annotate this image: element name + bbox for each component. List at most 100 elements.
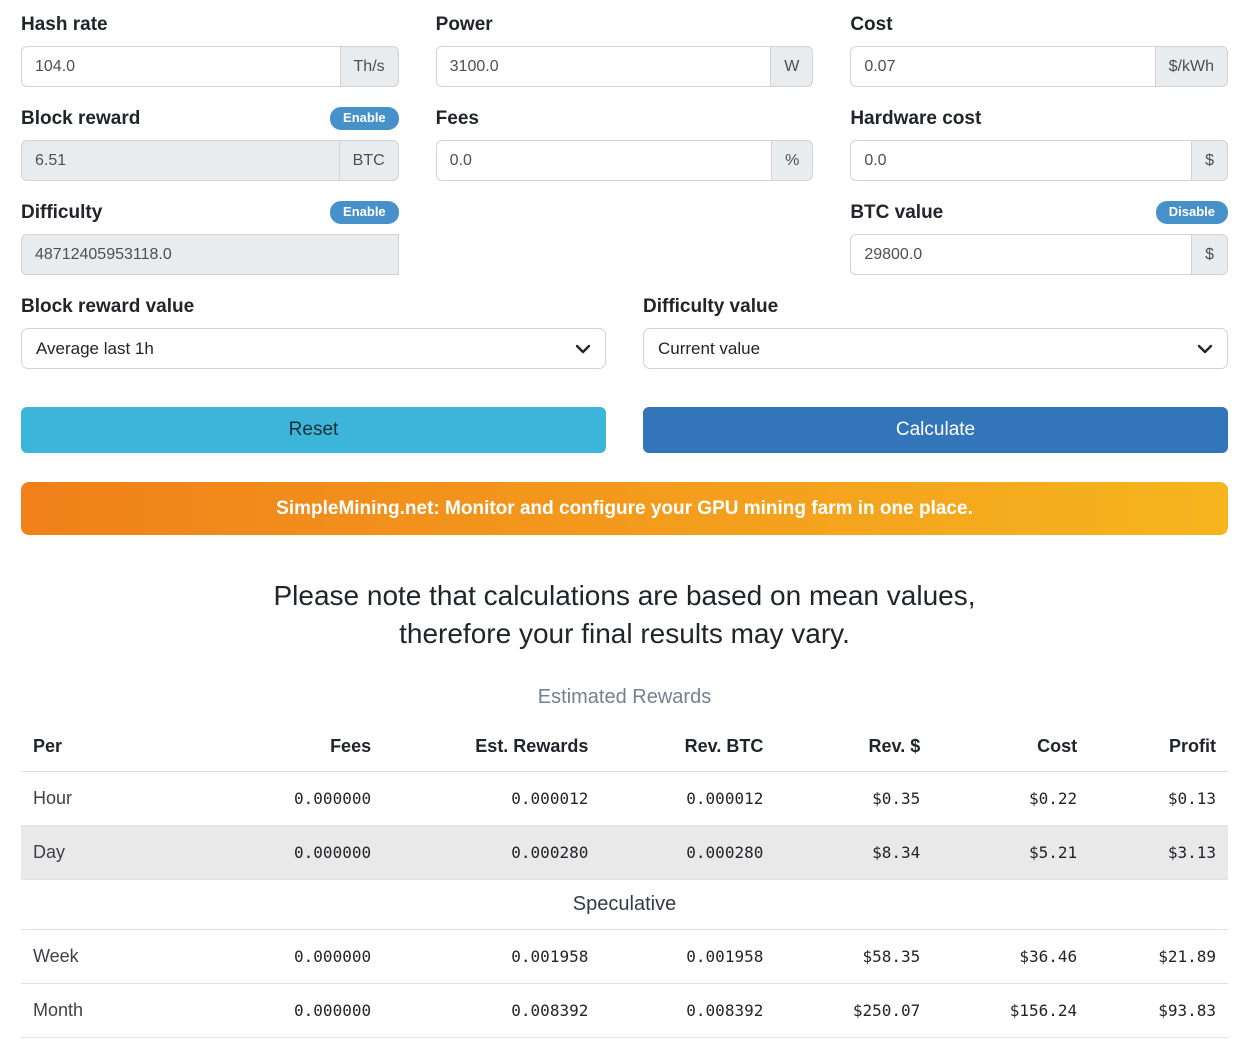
power-input[interactable] [435, 46, 772, 87]
field-power: Power W [435, 12, 814, 87]
table-row-month: Month 0.000000 0.008392 0.008392 $250.07… [21, 983, 1228, 1038]
disclaimer-note: Please note that calculations are based … [21, 577, 1228, 653]
button-row: Reset Calculate [21, 407, 1228, 453]
field-hardware-cost: Hardware cost $ [850, 106, 1228, 181]
per-cell: Week [21, 929, 251, 984]
difficulty-value-label: Difficulty value [643, 295, 779, 317]
block-reward-unit: BTC [339, 140, 399, 181]
value-cell: 0.001958 [600, 929, 776, 984]
value-cell: $0.22 [932, 771, 1090, 826]
hash-rate-input[interactable] [21, 46, 341, 87]
disclaimer-line-1: Please note that calculations are based … [273, 580, 976, 611]
hardware-cost-input[interactable] [850, 140, 1193, 181]
difficulty-value-select[interactable]: Current value [643, 328, 1228, 369]
table-row-day: Day 0.000000 0.000280 0.000280 $8.34 $5.… [21, 825, 1228, 880]
btc-value-input[interactable] [850, 234, 1193, 275]
block-reward-value-label: Block reward value [21, 295, 195, 317]
cost-unit: $/kWh [1155, 46, 1228, 87]
power-unit: W [771, 46, 814, 87]
value-cell: 0.000280 [383, 825, 601, 880]
value-cell: $93.83 [1089, 983, 1228, 1038]
value-cell: $0.13 [1089, 771, 1228, 826]
block-reward-enable-badge[interactable]: Enable [330, 107, 399, 130]
fees-label: Fees [435, 107, 479, 129]
table-row-hour: Hour 0.000000 0.000012 0.000012 $0.35 $0… [21, 771, 1228, 826]
power-label: Power [435, 13, 493, 35]
value-cell: 0.000000 [250, 929, 384, 984]
fees-input[interactable] [435, 140, 773, 181]
field-hash-rate: Hash rate Th/s [21, 12, 399, 87]
table-row-week: Week 0.000000 0.001958 0.001958 $58.35 $… [21, 929, 1228, 984]
col-header-est-rewards: Est. Rewards [383, 722, 601, 772]
value-cell: 0.000012 [600, 771, 776, 826]
estimated-rewards-heading: Estimated Rewards [537, 686, 712, 708]
hardware-cost-unit: $ [1192, 140, 1228, 181]
value-cell: $3.13 [1089, 825, 1228, 880]
field-difficulty: Difficulty Enable [21, 200, 399, 275]
select-row: Block reward value Average last 1h Diffi… [21, 294, 1228, 388]
chevron-down-icon [1197, 344, 1213, 353]
field-difficulty-value: Difficulty value Current value [643, 294, 1228, 369]
banner-text: SimpleMining.net: Monitor and configure … [276, 497, 973, 519]
value-cell: 0.000000 [250, 983, 384, 1038]
field-fees: Fees % [435, 106, 814, 181]
field-cost: Cost $/kWh [850, 12, 1228, 87]
rewards-table: Per Fees Est. Rewards Rev. BTC Rev. $ Co… [21, 722, 1228, 1038]
speculative-section-row: Speculative [21, 879, 1228, 930]
field-block-reward-value: Block reward value Average last 1h [21, 294, 606, 369]
mining-calculator-page: Hash rate Th/s Power W Cost $/kWh [0, 0, 1249, 1058]
per-cell: Day [21, 825, 251, 880]
simplemining-ad-banner[interactable]: SimpleMining.net: Monitor and configure … [21, 482, 1228, 535]
form-grid: Hash rate Th/s Power W Cost $/kWh [21, 12, 1228, 294]
btc-value-label: BTC value [850, 201, 944, 223]
field-btc-value: BTC value Disable $ [850, 200, 1228, 275]
fees-unit: % [772, 140, 814, 181]
value-cell: 0.000000 [250, 771, 384, 826]
col-header-rev-btc: Rev. BTC [600, 722, 776, 772]
value-cell: $8.34 [775, 825, 933, 880]
value-cell: 0.008392 [600, 983, 776, 1038]
value-cell: $5.21 [932, 825, 1090, 880]
value-cell: $250.07 [775, 983, 933, 1038]
disclaimer-line-2: therefore your final results may vary. [399, 618, 850, 649]
block-reward-label: Block reward [21, 107, 141, 129]
difficulty-enable-badge[interactable]: Enable [330, 201, 399, 224]
calculate-button[interactable]: Calculate [643, 407, 1228, 453]
field-block-reward: Block reward Enable BTC [21, 106, 399, 181]
cost-input[interactable] [850, 46, 1156, 87]
col-header-rev-usd: Rev. $ [775, 722, 933, 772]
value-cell: 0.001958 [383, 929, 601, 984]
col-header-cost: Cost [932, 722, 1090, 772]
col-header-fees: Fees [250, 722, 384, 772]
value-cell: $36.46 [932, 929, 1090, 984]
per-cell: Hour [21, 771, 251, 826]
col-header-per: Per [21, 722, 251, 772]
value-cell: $156.24 [932, 983, 1090, 1038]
block-reward-value-selected: Average last 1h [36, 338, 154, 358]
col-header-profit: Profit [1089, 722, 1228, 772]
cost-label: Cost [850, 13, 893, 35]
hash-rate-label: Hash rate [21, 13, 108, 35]
btc-value-unit: $ [1192, 234, 1228, 275]
value-cell: 0.008392 [383, 983, 601, 1038]
difficulty-input [21, 234, 399, 275]
empty-cell [436, 200, 814, 294]
value-cell: $58.35 [775, 929, 933, 984]
block-reward-input [21, 140, 340, 181]
difficulty-label: Difficulty [21, 201, 103, 223]
per-cell: Month [21, 983, 251, 1038]
difficulty-value-selected: Current value [658, 338, 761, 358]
hardware-cost-label: Hardware cost [850, 107, 982, 129]
speculative-section-label: Speculative [21, 879, 1228, 930]
value-cell: 0.000012 [383, 771, 601, 826]
chevron-down-icon [575, 344, 591, 353]
table-header-row: Per Fees Est. Rewards Rev. BTC Rev. $ Co… [21, 722, 1228, 772]
value-cell: $21.89 [1089, 929, 1228, 984]
reset-button[interactable]: Reset [21, 407, 606, 453]
block-reward-value-select[interactable]: Average last 1h [21, 328, 606, 369]
value-cell: $0.35 [775, 771, 933, 826]
btc-value-disable-badge[interactable]: Disable [1155, 201, 1228, 224]
value-cell: 0.000000 [250, 825, 384, 880]
value-cell: 0.000280 [600, 825, 776, 880]
hash-rate-unit: Th/s [340, 46, 399, 87]
